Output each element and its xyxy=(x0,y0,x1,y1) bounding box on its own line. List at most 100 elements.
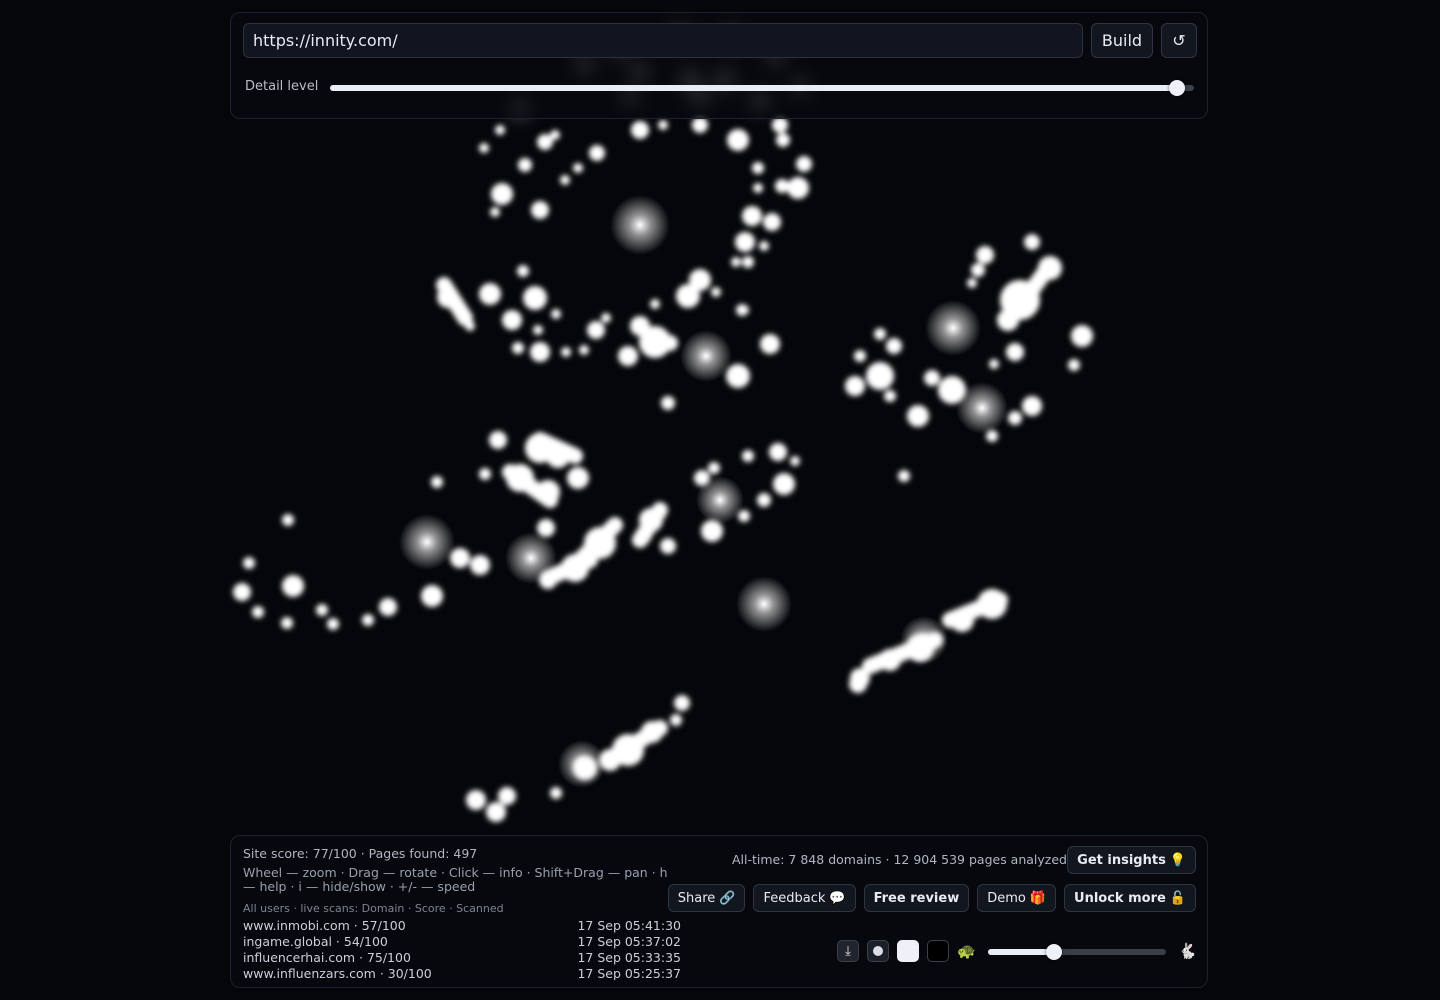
graph-node[interactable] xyxy=(243,557,255,569)
graph-node[interactable] xyxy=(772,117,788,133)
graph-node[interactable] xyxy=(550,130,560,140)
graph-node[interactable] xyxy=(976,246,994,264)
graph-node[interactable] xyxy=(282,514,294,526)
graph-node[interactable] xyxy=(495,125,505,135)
graph-node[interactable] xyxy=(763,213,781,231)
graph-node[interactable] xyxy=(854,350,866,362)
graph-node[interactable] xyxy=(1008,411,1022,425)
graph-node[interactable] xyxy=(967,278,977,288)
graph-node[interactable] xyxy=(533,325,543,335)
graph-node[interactable] xyxy=(708,462,720,474)
graph-node[interactable] xyxy=(1022,396,1042,416)
graph-node[interactable] xyxy=(1068,359,1080,371)
graph-node[interactable] xyxy=(773,473,795,495)
url-input[interactable] xyxy=(243,23,1083,58)
graph-node[interactable] xyxy=(738,510,750,522)
graph-node[interactable] xyxy=(757,493,771,507)
graph-node[interactable] xyxy=(776,133,790,147)
graph-node[interactable] xyxy=(537,519,555,537)
graph-node[interactable] xyxy=(726,364,750,388)
graph-node[interactable] xyxy=(316,604,328,616)
graph-node[interactable] xyxy=(379,598,397,616)
graph-node[interactable] xyxy=(742,206,762,226)
graph-node[interactable] xyxy=(327,618,339,630)
graph-node[interactable] xyxy=(660,538,676,554)
light-theme-swatch[interactable] xyxy=(897,940,919,962)
graph-node[interactable] xyxy=(1024,234,1040,250)
reset-button[interactable]: ↺ xyxy=(1161,23,1197,58)
graph-node[interactable] xyxy=(676,284,700,308)
graph-node[interactable] xyxy=(512,342,524,354)
scan-domain[interactable]: www.influenzars.com · 30/100 xyxy=(243,966,432,980)
graph-node[interactable] xyxy=(450,548,470,568)
unlock-more-button[interactable]: Unlock more 🔓 xyxy=(1064,884,1196,912)
graph-node[interactable] xyxy=(694,470,710,486)
get-insights-button[interactable]: Get insights 💡 xyxy=(1067,846,1196,874)
graph-node[interactable] xyxy=(233,583,251,601)
graph-node[interactable] xyxy=(769,443,787,461)
graph-node[interactable] xyxy=(796,156,812,172)
graph-node[interactable] xyxy=(479,283,501,305)
scan-domain[interactable]: www.inmobi.com · 57/100 xyxy=(243,918,406,934)
node-style-toggle[interactable] xyxy=(867,940,889,962)
graph-node[interactable] xyxy=(711,287,721,297)
graph-node[interactable] xyxy=(573,756,597,780)
graph-node[interactable] xyxy=(567,467,589,489)
graph-node[interactable] xyxy=(631,121,649,139)
graph-node[interactable] xyxy=(662,335,678,351)
graph-node[interactable] xyxy=(938,376,966,404)
graph-node[interactable] xyxy=(618,346,638,366)
graph-node[interactable] xyxy=(281,617,293,629)
graph-node[interactable] xyxy=(491,183,513,205)
graph-node[interactable] xyxy=(489,431,507,449)
graph-node[interactable] xyxy=(753,183,763,193)
graph-node[interactable] xyxy=(530,342,550,362)
graph-node[interactable] xyxy=(601,313,611,323)
speed-thumb[interactable] xyxy=(1045,944,1062,960)
graph-node[interactable] xyxy=(674,695,690,711)
scan-row[interactable]: ingame.global · 54/100 17 Sep 05:37:02 xyxy=(243,934,681,950)
graph-node[interactable] xyxy=(849,675,867,693)
graph-node[interactable] xyxy=(727,129,749,151)
graph-node[interactable] xyxy=(845,376,865,396)
graph-node[interactable] xyxy=(362,614,374,626)
graph-node[interactable] xyxy=(523,286,547,310)
speed-slider[interactable] xyxy=(988,944,1166,960)
graph-node[interactable] xyxy=(589,145,605,161)
graph-node[interactable] xyxy=(670,714,682,726)
detail-level-slider[interactable] xyxy=(330,80,1194,96)
graph-node[interactable] xyxy=(787,177,809,199)
graph-node[interactable] xyxy=(517,265,529,277)
graph-node[interactable] xyxy=(486,802,506,822)
graph-node[interactable] xyxy=(282,575,304,597)
scan-row[interactable]: influencerhai.com · 75/100 17 Sep 05:33:… xyxy=(243,950,681,966)
demo-button[interactable]: Demo 🎁 xyxy=(977,884,1057,912)
download-button[interactable]: ⤓ xyxy=(837,940,859,962)
graph-node[interactable] xyxy=(550,787,562,799)
graph-node[interactable] xyxy=(658,120,668,130)
graph-node[interactable] xyxy=(989,359,999,369)
graph-node[interactable] xyxy=(739,305,749,315)
graph-node[interactable] xyxy=(924,370,940,386)
graph-node[interactable] xyxy=(866,362,894,390)
share-button[interactable]: Share 🔗 xyxy=(667,884,746,912)
graph-node[interactable] xyxy=(742,256,754,268)
live-scans-list[interactable]: www.inmobi.com · 57/100 17 Sep 05:41:30 … xyxy=(243,918,681,980)
graph-node[interactable] xyxy=(479,468,491,480)
graph-node[interactable] xyxy=(470,555,490,575)
graph-node[interactable] xyxy=(731,257,741,267)
dark-theme-swatch[interactable] xyxy=(927,940,949,962)
graph-node[interactable] xyxy=(760,334,780,354)
free-review-button[interactable]: Free review xyxy=(863,884,970,912)
graph-node[interactable] xyxy=(759,241,769,251)
graph-node[interactable] xyxy=(742,450,754,462)
graph-node[interactable] xyxy=(518,158,532,172)
graph-node[interactable] xyxy=(479,143,489,153)
graph-node[interactable] xyxy=(560,175,570,185)
graph-node[interactable] xyxy=(886,338,902,354)
graph-node[interactable] xyxy=(701,520,723,542)
graph-node[interactable] xyxy=(587,321,605,339)
graph-node[interactable] xyxy=(421,585,443,607)
graph-node[interactable] xyxy=(573,163,583,173)
graph-node[interactable] xyxy=(531,201,549,219)
